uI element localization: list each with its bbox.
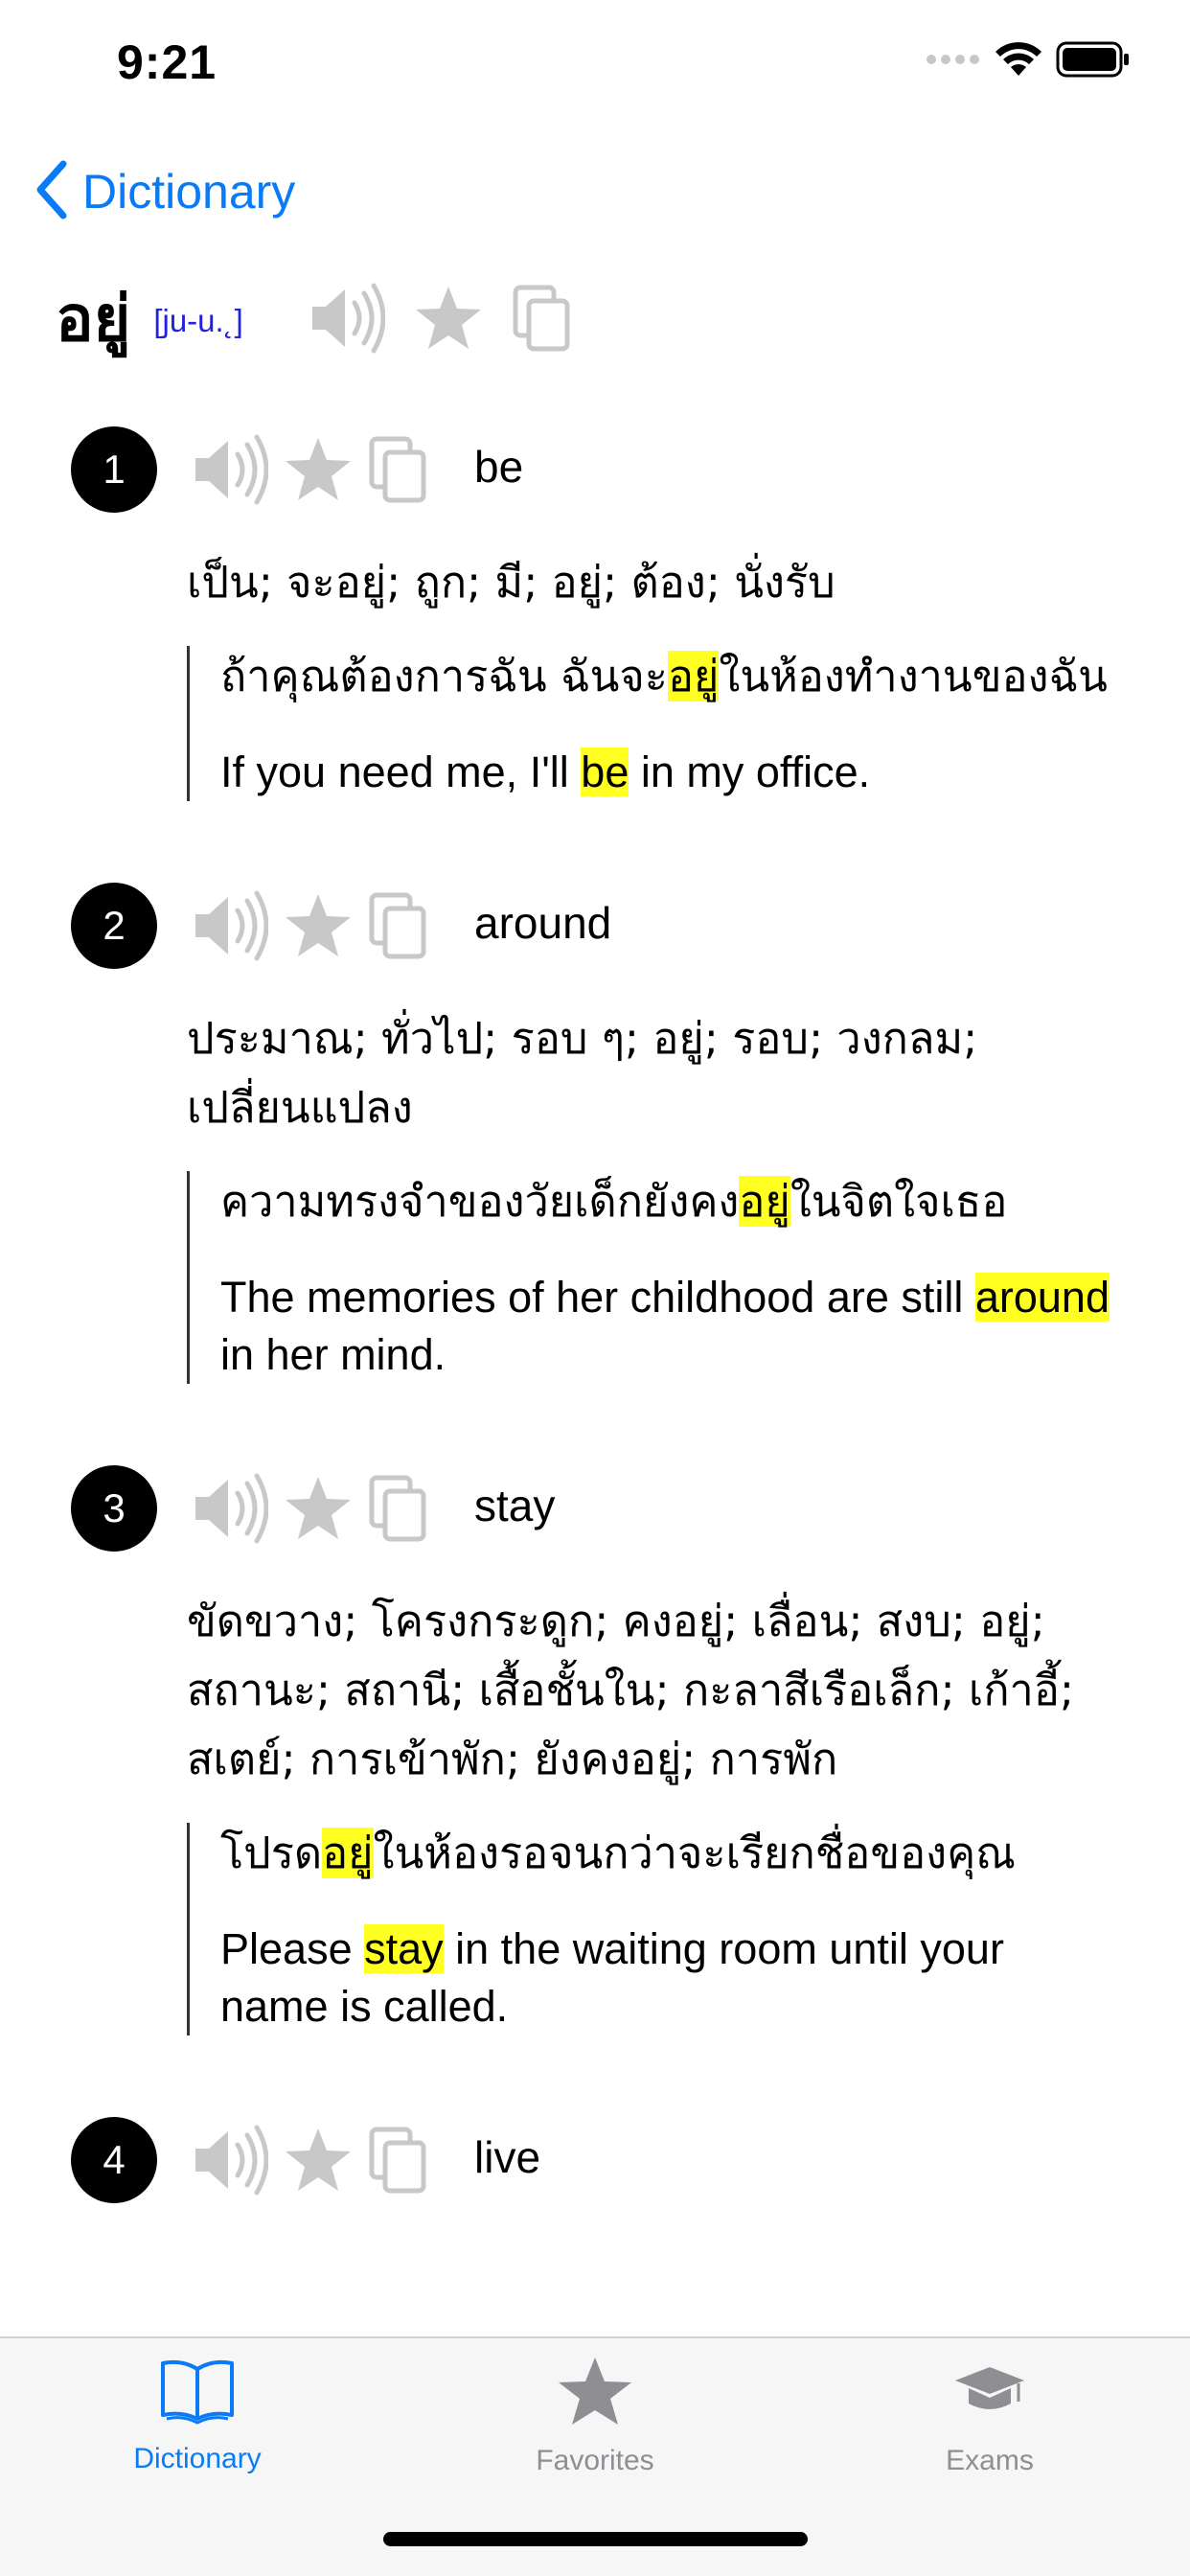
wifi-icon xyxy=(995,41,1042,82)
speaker-icon[interactable] xyxy=(192,889,268,962)
example-block: โปรดอยู่ในห้องรอจนกว่าจะเรียกชื่อของคุณ … xyxy=(187,1823,1113,2036)
copy-icon[interactable] xyxy=(368,2126,429,2195)
star-icon xyxy=(557,2356,633,2431)
thai-definitions: ขัดขวาง; โครงกระดูก; คงอยู่; เลื่อน; สงบ… xyxy=(187,1596,1075,1784)
copy-icon[interactable] xyxy=(368,891,429,960)
highlight: around xyxy=(974,1273,1110,1322)
sense-word: stay xyxy=(474,1481,556,1530)
star-icon[interactable] xyxy=(284,892,353,959)
example-english: Please stay in the waiting room until yo… xyxy=(220,1924,1004,2031)
sense-word: live xyxy=(474,2132,541,2182)
sense-actions xyxy=(192,889,429,962)
sense-header: 1 be xyxy=(0,412,1190,527)
star-icon[interactable] xyxy=(284,1475,353,1542)
status-icons xyxy=(926,41,1131,82)
example-block: ความทรงจำของวัยเด็กยังคงอยู่ในจิตใจเธอ T… xyxy=(187,1171,1113,1384)
open-book-icon xyxy=(159,2356,236,2429)
status-bar: 9:21 xyxy=(0,0,1190,134)
sense-actions xyxy=(192,433,429,506)
speaker-icon[interactable] xyxy=(192,433,268,506)
sense-word: around xyxy=(474,898,612,948)
example-english: The memories of her childhood are still … xyxy=(220,1273,1110,1379)
sense-actions xyxy=(192,2124,429,2196)
sense-header: 2 around xyxy=(0,868,1190,983)
example-thai: โปรดอยู่ในห้องรอจนกว่าจะเรียกชื่อของคุณ xyxy=(220,1828,1016,1878)
copy-icon[interactable] xyxy=(512,284,573,353)
headword: อยู่ xyxy=(56,281,131,356)
sense-word: be xyxy=(474,442,524,492)
highlight: stay xyxy=(364,1924,444,1973)
senses-list[interactable]: 1 be เป็น; จะอยู่; ถูก; มี; อยู่; ต้อง; … xyxy=(0,412,1190,2218)
example-block: ถ้าคุณต้องการฉัน ฉันจะอยู่ในห้องทำงานของ… xyxy=(187,646,1113,801)
star-icon[interactable] xyxy=(414,285,483,352)
tab-dictionary[interactable]: Dictionary xyxy=(54,2356,341,2475)
phonetic: [ju-u.˛] xyxy=(153,303,243,338)
sense-header: 3 stay xyxy=(0,1451,1190,1566)
word-header: อยู่ [ju-u.˛] xyxy=(56,270,573,366)
sense-actions xyxy=(192,1472,429,1545)
status-time: 9:21 xyxy=(117,35,217,89)
battery-icon xyxy=(1056,41,1131,82)
sense-number-badge: 3 xyxy=(71,1465,157,1552)
copy-icon[interactable] xyxy=(368,435,429,504)
home-indicator xyxy=(383,2532,808,2546)
sense-item: 4 live xyxy=(0,2103,1190,2218)
thai-definitions: ประมาณ; ทั่วไป; รอบ ๆ; อยู่; รอบ; วงกลม;… xyxy=(187,1013,978,1133)
back-button-label: Dictionary xyxy=(82,165,296,218)
tab-label: Favorites xyxy=(536,2445,654,2476)
speaker-icon[interactable] xyxy=(192,1472,268,1545)
signal-dots-icon xyxy=(926,53,981,71)
highlight: be xyxy=(581,748,629,796)
sense-item: 2 around ประมาณ; ทั่วไป; รอบ ๆ; อยู่; รอ… xyxy=(0,868,1190,1451)
star-icon[interactable] xyxy=(284,2127,353,2194)
highlight: อยู่ xyxy=(322,1828,374,1878)
example-english: If you need me, I'll be in my office. xyxy=(220,748,871,796)
sense-item: 3 stay ขัดขวาง; โครงกระดูก; คงอยู่; เลื่… xyxy=(0,1451,1190,2103)
tab-favorites[interactable]: Favorites xyxy=(451,2356,739,2477)
tab-label: Exams xyxy=(946,2445,1034,2476)
sense-item: 1 be เป็น; จะอยู่; ถูก; มี; อยู่; ต้อง; … xyxy=(0,412,1190,868)
star-icon[interactable] xyxy=(284,436,353,503)
sense-header: 4 live xyxy=(0,2103,1190,2218)
sense-number-badge: 4 xyxy=(71,2117,157,2203)
back-button[interactable]: Dictionary xyxy=(34,153,295,230)
chevron-left-icon xyxy=(34,160,69,224)
example-thai: ถ้าคุณต้องการฉัน ฉันจะอยู่ในห้องทำงานของ… xyxy=(220,651,1108,702)
speaker-icon[interactable] xyxy=(192,2124,268,2196)
tab-label: Dictionary xyxy=(133,2443,262,2474)
graduation-cap-icon xyxy=(951,2356,1028,2431)
sense-number-badge: 1 xyxy=(71,426,157,513)
header-actions xyxy=(309,282,573,355)
example-thai: ความทรงจำของวัยเด็กยังคงอยู่ในจิตใจเธอ xyxy=(220,1176,1008,1227)
sense-number-badge: 2 xyxy=(71,883,157,969)
highlight: อยู่ xyxy=(667,651,720,702)
tab-exams[interactable]: Exams xyxy=(846,2356,1133,2477)
highlight: อยู่ xyxy=(739,1176,790,1227)
copy-icon[interactable] xyxy=(368,1474,429,1543)
thai-definitions: เป็น; จะอยู่; ถูก; มี; อยู่; ต้อง; นั่งร… xyxy=(187,557,835,608)
speaker-icon[interactable] xyxy=(309,282,385,355)
